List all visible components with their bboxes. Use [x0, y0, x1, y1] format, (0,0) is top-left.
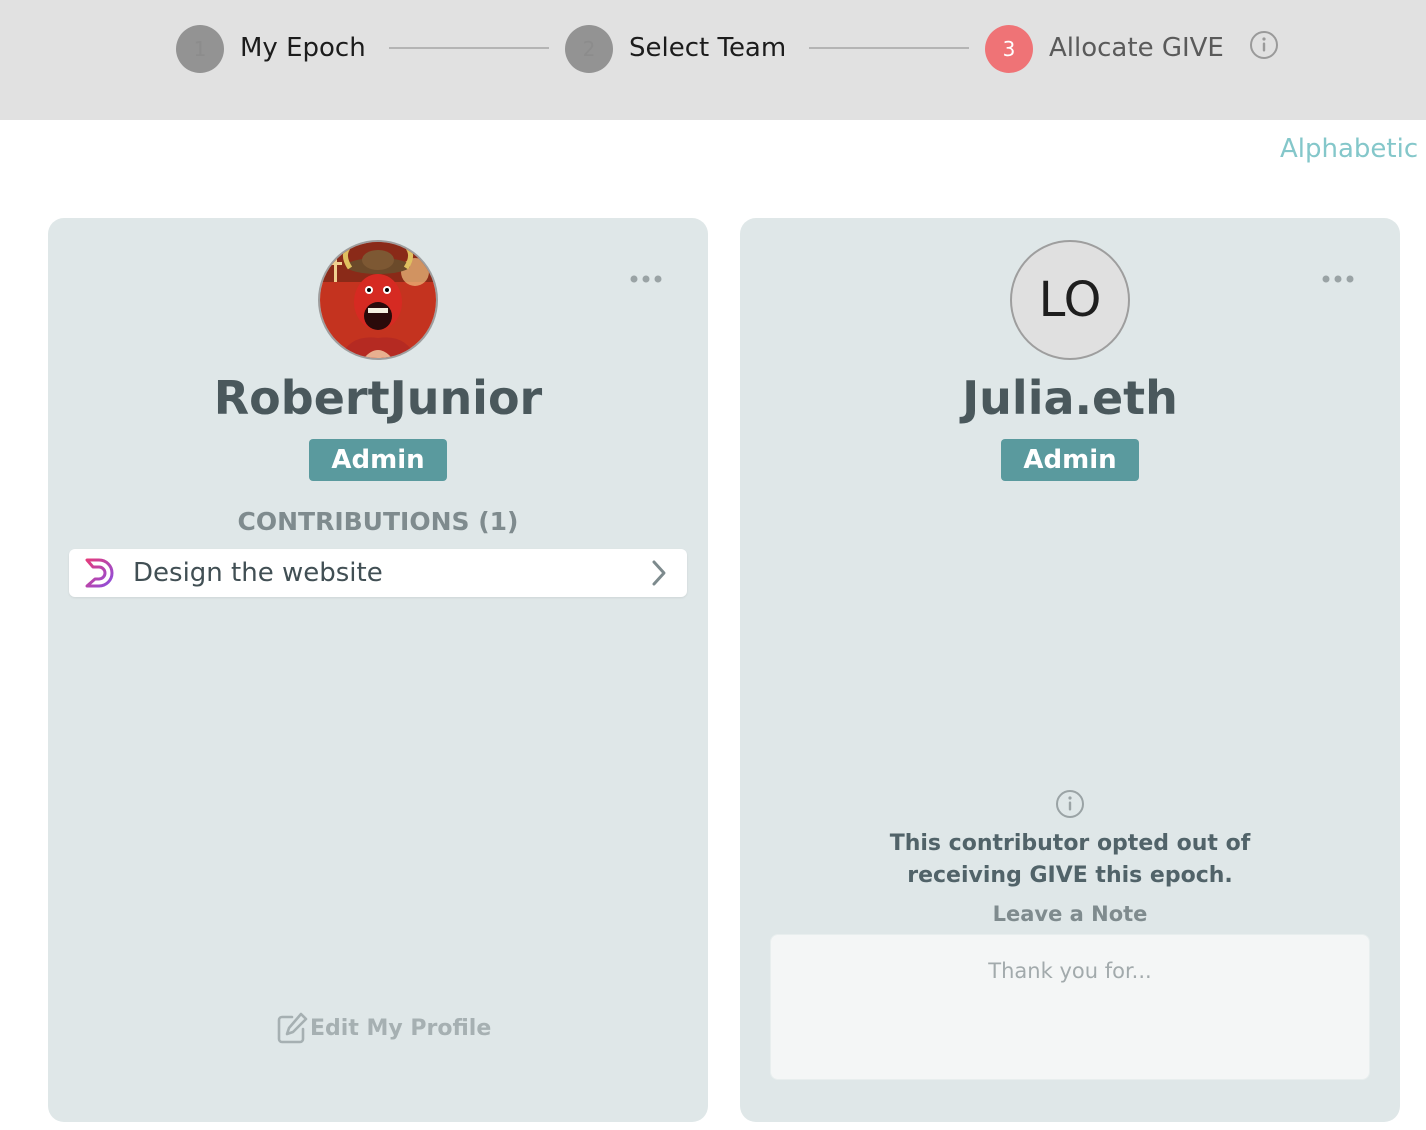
contribution-item[interactable]: Design the website: [69, 549, 687, 597]
more-options-icon[interactable]: [1320, 268, 1356, 290]
robert-avatar-image: [320, 242, 436, 358]
dework-logo-icon: [85, 558, 114, 588]
info-icon[interactable]: [1248, 29, 1280, 61]
chevron-right-icon: [652, 560, 666, 586]
stepper-header: 1 My Epoch 2 Select Team 3 Allocate GIVE: [0, 0, 1426, 120]
role-badge: Admin: [1001, 439, 1139, 481]
role-badge: Admin: [309, 439, 447, 481]
step-2-label[interactable]: Select Team: [629, 28, 786, 68]
step-3-label[interactable]: Allocate GIVE: [1049, 28, 1224, 68]
edit-profile-label: Edit My Profile: [310, 1015, 492, 1041]
step-2-number[interactable]: 2: [565, 25, 613, 73]
edit-profile-button[interactable]: Edit My Profile: [276, 1010, 491, 1046]
avatar: [318, 240, 438, 360]
member-name: Julia.eth: [962, 371, 1178, 425]
contribution-title: Design the website: [133, 558, 383, 588]
sort-alphabetic-link[interactable]: Alphabetic: [1280, 134, 1418, 164]
info-icon: [1056, 790, 1084, 818]
note-label: Leave a Note: [992, 902, 1148, 926]
contributions-heading: CONTRIBUTIONS (1): [237, 507, 519, 536]
edit-icon: [277, 1012, 308, 1044]
avatar: LO: [1010, 240, 1130, 360]
note-input[interactable]: [770, 934, 1370, 1080]
step-1-number[interactable]: 1: [176, 25, 224, 73]
member-card-robertjunior: RobertJunior Admin CONTRIBUTIONS (1) Des…: [48, 218, 708, 1122]
more-options-icon[interactable]: [628, 268, 664, 290]
step-connector: [809, 47, 969, 49]
member-name: RobertJunior: [213, 371, 543, 425]
member-card-julia: LO Julia.eth Admin This contributor opte…: [740, 218, 1400, 1122]
step-connector: [389, 47, 549, 49]
opt-out-message: This contributor opted out of receiving …: [889, 831, 1251, 888]
step-3-number[interactable]: 3: [985, 25, 1033, 73]
step-1-label[interactable]: My Epoch: [240, 28, 366, 68]
